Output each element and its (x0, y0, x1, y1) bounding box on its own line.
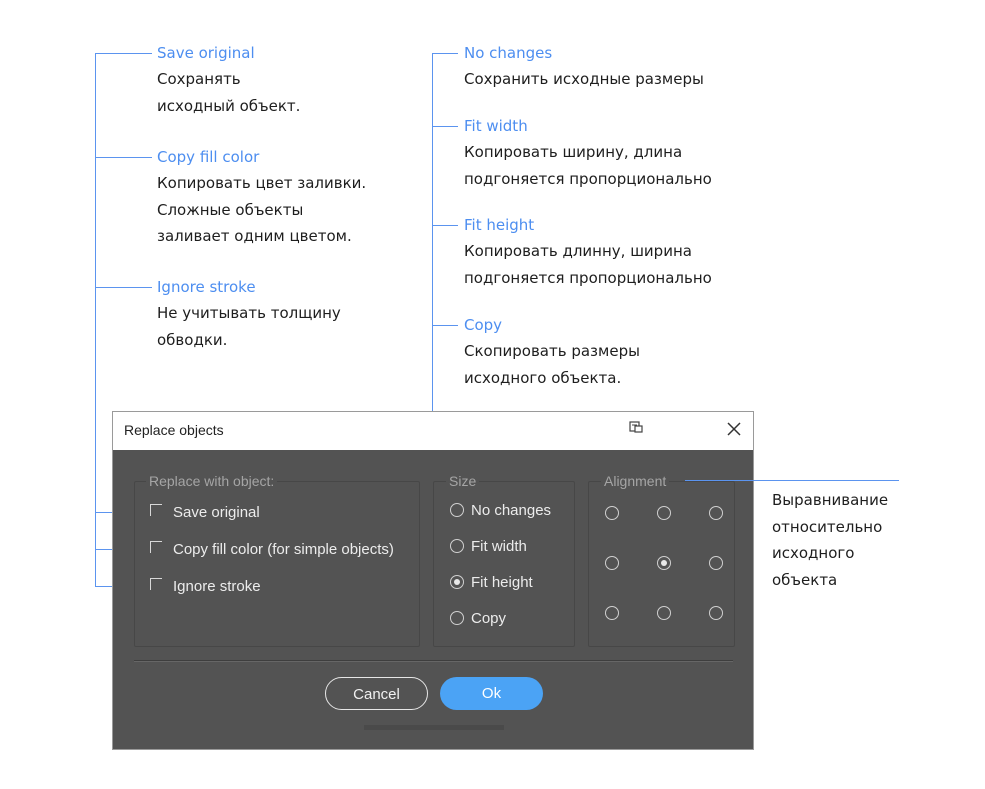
align-center-radio[interactable] (657, 556, 671, 570)
fit-height-radio[interactable] (450, 575, 464, 589)
align-bottom-right-radio[interactable] (709, 606, 723, 620)
align-bottom-center-radio[interactable] (657, 606, 671, 620)
fit-width-radio[interactable] (450, 539, 464, 553)
save-original-checkbox[interactable] (150, 504, 163, 517)
annotation-desc: относительно (772, 517, 883, 536)
align-middle-right-radio[interactable] (709, 556, 723, 570)
annotation-fit-height: Fit height Копировать длинну, ширина под… (464, 212, 712, 291)
size-group-label: Size (446, 473, 480, 489)
align-top-left-radio[interactable] (605, 506, 619, 520)
save-original-label[interactable]: Save original (173, 504, 260, 522)
annotation-copy: Copy Скопировать размеры исходного объек… (464, 312, 640, 391)
copy-fill-color-label[interactable]: Copy fill color (for simple objects) (173, 541, 394, 559)
replace-objects-dialog: Replace objects Replace with object: Sav… (112, 411, 754, 750)
no-changes-radio[interactable] (450, 503, 464, 517)
align-top-right-radio[interactable] (709, 506, 723, 520)
resize-handle[interactable] (364, 725, 504, 730)
annotation-desc: заливает одним цветом. (157, 227, 352, 245)
annotation-ignore-stroke: Ignore stroke Не учитывать толщину обвод… (157, 274, 341, 353)
annotation-desc: подгоняется пропорционально (464, 169, 712, 188)
annotation-desc: подгоняется пропорционально (464, 268, 712, 287)
annotation-desc: исходный объект. (157, 96, 301, 115)
annotation-no-changes: No changes Сохранить исходные размеры (464, 40, 704, 93)
annotation-fit-width: Fit width Копировать ширину, длина подго… (464, 113, 712, 192)
annotation-desc: Скопировать размеры (464, 342, 640, 360)
annotation-desc: исходного (772, 544, 855, 562)
annotation-desc: Сохранить исходные размеры (464, 70, 704, 88)
annotation-title: Ignore stroke (157, 278, 256, 296)
annotation-save-original: Save original Сохранять исходный объект. (157, 40, 300, 119)
alignment-group-label: Alignment (601, 473, 670, 489)
dialog-title: Replace objects (124, 422, 224, 438)
fit-height-label[interactable]: Fit height (471, 574, 533, 592)
annotation-desc: Выравнивание (772, 491, 889, 509)
cancel-button[interactable]: Cancel (325, 677, 428, 710)
annotation-title: Copy fill color (157, 148, 260, 166)
dialog-titlebar: Replace objects (113, 412, 753, 450)
divider-highlight (134, 661, 733, 662)
align-bottom-left-radio[interactable] (605, 606, 619, 620)
annotation-title: Save original (157, 44, 255, 62)
annotation-title: Fit width (464, 117, 528, 135)
annotation-desc: Сложные объекты (157, 200, 304, 219)
align-top-center-radio[interactable] (657, 506, 671, 520)
no-changes-label[interactable]: No changes (471, 502, 551, 520)
annotation-title: No changes (464, 44, 553, 62)
ignore-stroke-label[interactable]: Ignore stroke (173, 578, 261, 596)
annotation-copy-fill: Copy fill color Копировать цвет заливки.… (157, 144, 366, 250)
copy-fill-color-checkbox[interactable] (150, 541, 163, 554)
annotation-title: Fit height (464, 216, 535, 234)
annotation-desc: Копировать ширину, длина (464, 143, 683, 161)
ignore-stroke-checkbox[interactable] (150, 578, 163, 591)
annotation-desc: обводки. (157, 330, 228, 349)
annotation-desc: объекта (772, 570, 838, 589)
annotation-desc: Сохранять (157, 70, 241, 88)
copy-size-radio[interactable] (450, 611, 464, 625)
align-middle-left-radio[interactable] (605, 556, 619, 570)
fit-width-label[interactable]: Fit width (471, 538, 527, 556)
dock-window-icon[interactable] (629, 421, 643, 435)
close-icon[interactable] (725, 420, 743, 438)
ok-button[interactable]: Ok (440, 677, 543, 710)
annotation-title: Copy (464, 316, 503, 334)
copy-size-label[interactable]: Copy (471, 610, 506, 628)
annotation-desc: Копировать цвет заливки. (157, 174, 367, 192)
annotation-desc: исходного объекта. (464, 368, 622, 387)
annotation-desc: Копировать длинну, ширина (464, 242, 692, 260)
annotation-alignment: Выравнивание относительно исходного объе… (772, 487, 888, 593)
replace-group-label: Replace with object: (146, 473, 278, 489)
annotation-desc: Не учитывать толщину (157, 304, 341, 322)
